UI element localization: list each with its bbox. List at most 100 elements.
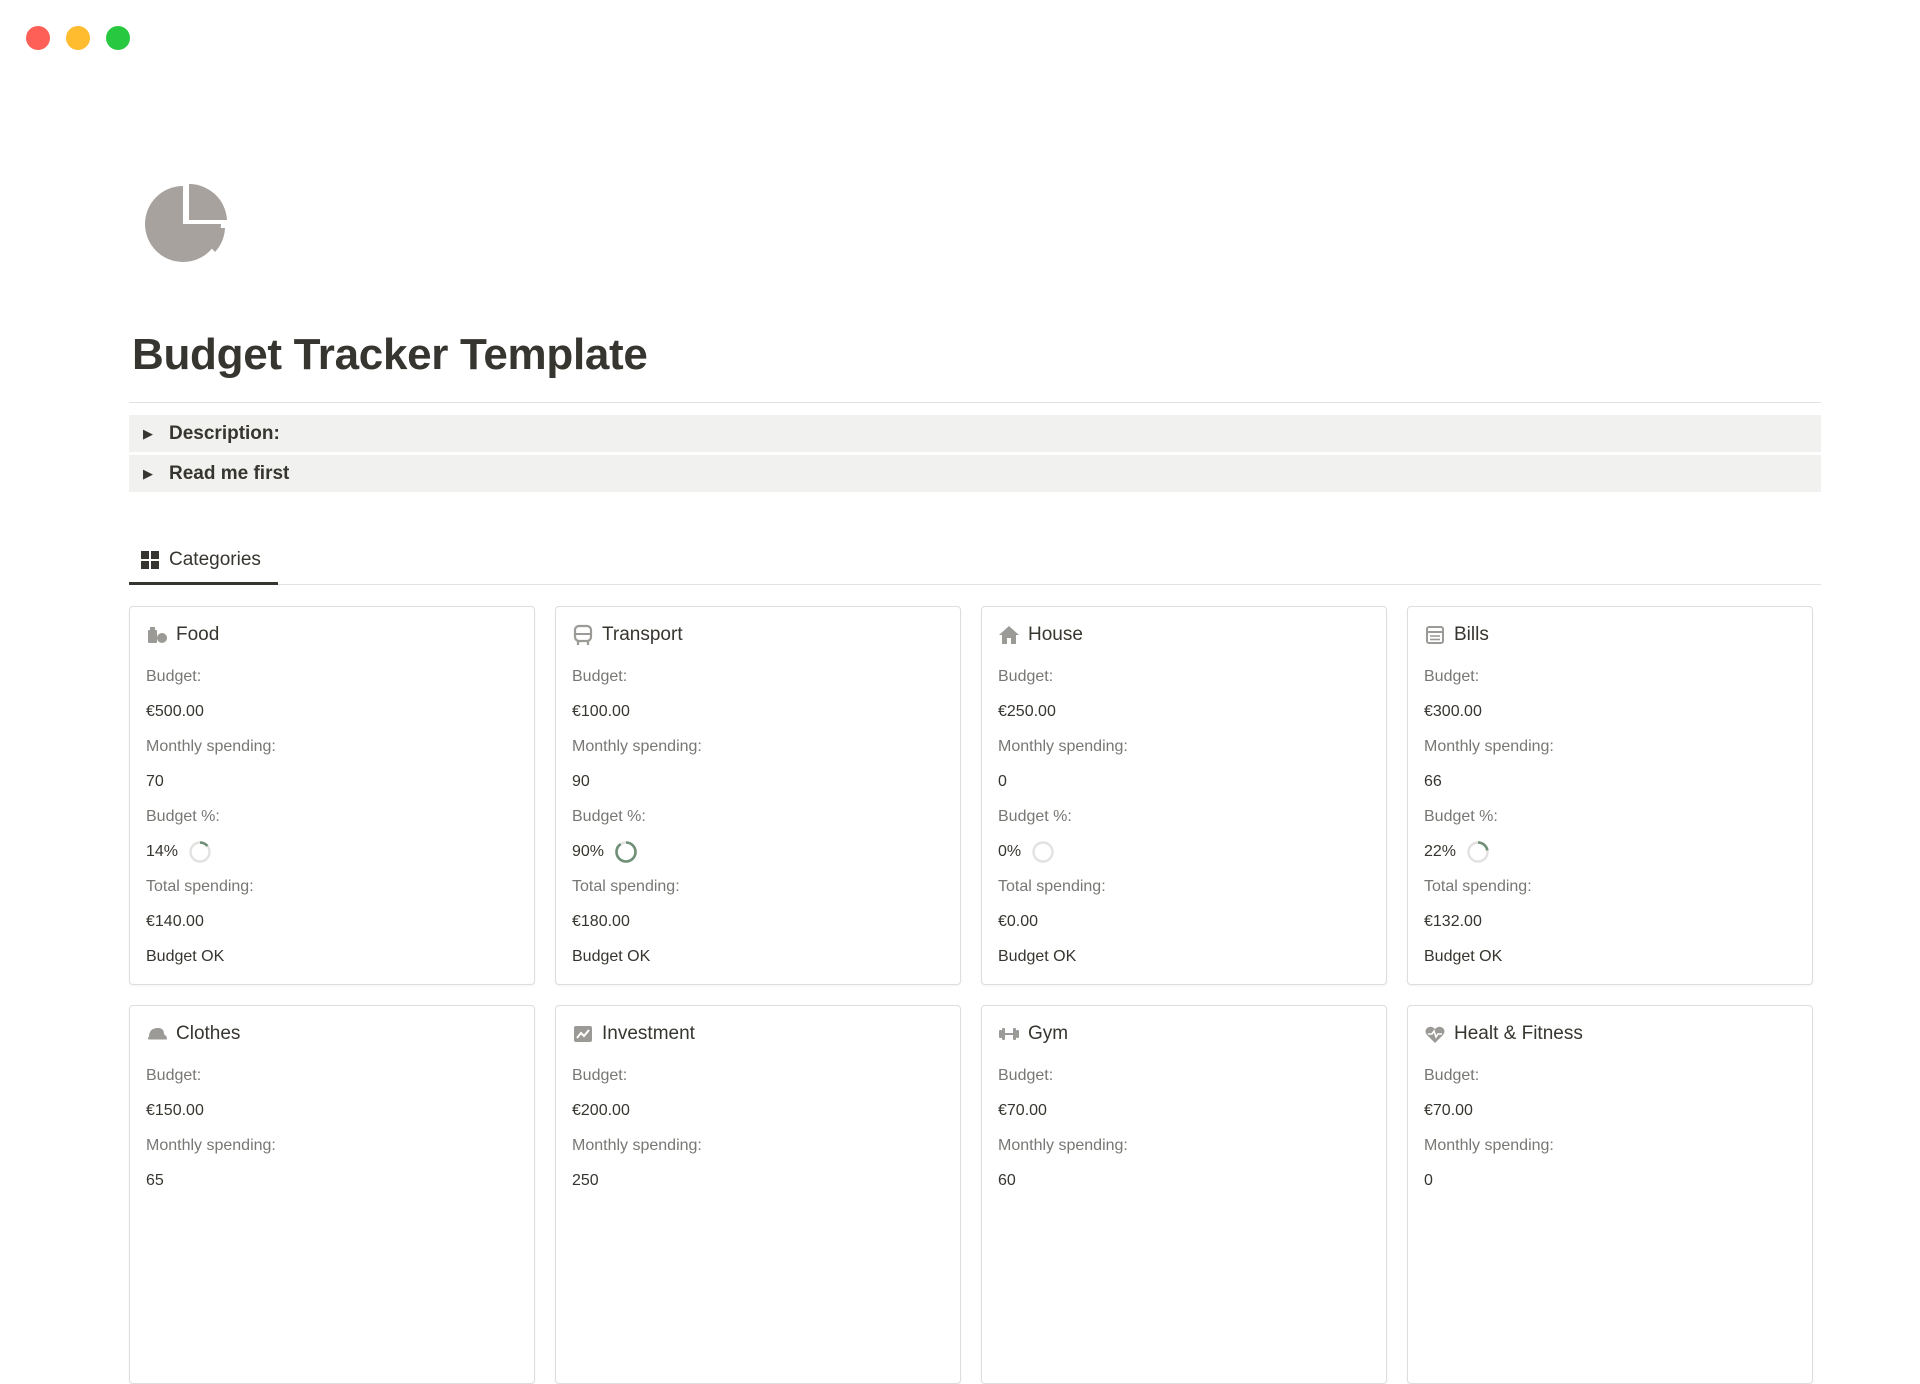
- maximize-window-button[interactable]: [106, 26, 130, 50]
- category-card-house[interactable]: House Budget: €250.00 Monthly spending: …: [981, 606, 1387, 985]
- budget-value: €70.00: [1424, 1102, 1473, 1119]
- tab-categories[interactable]: Categories: [129, 538, 278, 585]
- page-title: Budget Tracker Template: [132, 330, 648, 379]
- house-icon: [998, 624, 1020, 646]
- total-spending-label: Total spending:: [998, 878, 1106, 895]
- budget-percent-row: 90%: [572, 834, 944, 869]
- card-title: Clothes: [176, 1023, 241, 1044]
- card-title: Transport: [602, 624, 683, 645]
- window-controls: [26, 26, 130, 50]
- receipt-icon: [1424, 624, 1446, 646]
- budget-value: €500.00: [146, 703, 204, 720]
- budget-value: €70.00: [998, 1102, 1047, 1119]
- category-card-bills[interactable]: Bills Budget: €300.00 Monthly spending: …: [1407, 606, 1813, 985]
- category-card-investment[interactable]: Investment Budget: €200.00 Monthly spend…: [555, 1005, 961, 1384]
- pie-chart-icon[interactable]: [145, 182, 229, 266]
- monthly-spending-label: Monthly spending:: [998, 738, 1128, 755]
- budget-status: Budget OK: [998, 948, 1077, 965]
- toggle-label: Read me first: [169, 462, 290, 484]
- gallery-grid-icon: [141, 551, 159, 569]
- total-spending-value: €132.00: [1424, 913, 1482, 930]
- total-spending-label: Total spending:: [146, 878, 254, 895]
- card-title: House: [1028, 624, 1083, 645]
- category-gallery: Food Budget: €500.00 Monthly spending: 7…: [129, 606, 1821, 1384]
- bus-icon: [572, 624, 594, 646]
- view-tabs: Categories: [129, 538, 1821, 585]
- chart-trend-icon: [572, 1023, 594, 1045]
- budget-percent-value: 90%: [572, 843, 605, 860]
- budget-percent-label: Budget %:: [572, 808, 646, 825]
- card-title: Bills: [1454, 624, 1489, 645]
- budget-label: Budget:: [998, 668, 1054, 685]
- budget-status: Budget OK: [1424, 948, 1503, 965]
- budget-value: €300.00: [1424, 703, 1482, 720]
- budget-status: Budget OK: [572, 948, 651, 965]
- budget-percent-label: Budget %:: [1424, 808, 1498, 825]
- budget-percent-value: 14%: [146, 843, 179, 860]
- heart-pulse-icon: [1424, 1023, 1446, 1045]
- card-title: Gym: [1028, 1023, 1069, 1044]
- progress-ring: [189, 840, 211, 863]
- title-divider: [129, 402, 1821, 403]
- toggle-list: ▶ Description: ▶ Read me first: [129, 415, 1821, 495]
- category-card-transport[interactable]: Transport Budget: €100.00 Monthly spendi…: [555, 606, 961, 985]
- toggle-triangle-icon[interactable]: ▶: [143, 466, 169, 482]
- total-spending-value: €180.00: [572, 913, 630, 930]
- dumbbell-icon: [998, 1023, 1020, 1045]
- monthly-spending-label: Monthly spending:: [1424, 738, 1554, 755]
- total-spending-label: Total spending:: [572, 878, 680, 895]
- budget-value: €150.00: [146, 1102, 204, 1119]
- budget-label: Budget:: [146, 1067, 202, 1084]
- budget-label: Budget:: [572, 1067, 628, 1084]
- cap-icon: [146, 1023, 168, 1045]
- budget-value: €100.00: [572, 703, 630, 720]
- budget-percent-label: Budget %:: [146, 808, 220, 825]
- total-spending-label: Total spending:: [1424, 878, 1532, 895]
- progress-ring: [615, 840, 637, 863]
- budget-percent-value: 22%: [1424, 843, 1457, 860]
- toggle-label: Description:: [169, 422, 280, 444]
- monthly-spending-label: Monthly spending:: [146, 1137, 276, 1154]
- monthly-spending-label: Monthly spending:: [146, 738, 276, 755]
- category-card-food[interactable]: Food Budget: €500.00 Monthly spending: 7…: [129, 606, 535, 985]
- card-title: Food: [176, 624, 220, 645]
- progress-ring-fill: [615, 840, 637, 863]
- monthly-spending-label: Monthly spending:: [1424, 1137, 1554, 1154]
- monthly-spending-value: 60: [998, 1172, 1016, 1189]
- monthly-spending-value: 250: [572, 1172, 599, 1189]
- monthly-spending-value: 90: [572, 773, 590, 790]
- budget-value: €200.00: [572, 1102, 630, 1119]
- monthly-spending-label: Monthly spending:: [998, 1137, 1128, 1154]
- budget-percent-row: 0%: [998, 834, 1370, 869]
- budget-label: Budget:: [146, 668, 202, 685]
- budget-percent-row: 22%: [1424, 834, 1796, 869]
- total-spending-value: €0.00: [998, 913, 1039, 930]
- budget-label: Budget:: [1424, 1067, 1480, 1084]
- toggle-description[interactable]: ▶ Description:: [129, 415, 1821, 452]
- budget-percent-row: 14%: [146, 834, 518, 869]
- progress-ring: [1467, 840, 1489, 863]
- close-window-button[interactable]: [26, 26, 50, 50]
- progress-ring-track: [1032, 840, 1054, 863]
- category-card-clothes[interactable]: Clothes Budget: €150.00 Monthly spending…: [129, 1005, 535, 1384]
- budget-label: Budget:: [572, 668, 628, 685]
- toggle-read-me-first[interactable]: ▶ Read me first: [129, 455, 1821, 492]
- monthly-spending-value: 66: [1424, 773, 1442, 790]
- monthly-spending-label: Monthly spending:: [572, 738, 702, 755]
- budget-label: Budget:: [1424, 668, 1480, 685]
- budget-value: €250.00: [998, 703, 1056, 720]
- card-title: Investment: [602, 1023, 695, 1044]
- monthly-spending-value: 65: [146, 1172, 164, 1189]
- card-title: Healt & Fitness: [1454, 1023, 1583, 1044]
- monthly-spending-value: 70: [146, 773, 164, 790]
- category-card-health-fitness[interactable]: Healt & Fitness Budget: €70.00 Monthly s…: [1407, 1005, 1813, 1384]
- tab-label: Categories: [169, 549, 261, 570]
- toggle-triangle-icon[interactable]: ▶: [143, 426, 169, 442]
- budget-percent-value: 0%: [998, 843, 1022, 860]
- progress-ring: [1032, 840, 1054, 863]
- budget-status: Budget OK: [146, 948, 225, 965]
- monthly-spending-value: 0: [1424, 1172, 1433, 1189]
- budget-percent-label: Budget %:: [998, 808, 1072, 825]
- category-card-gym[interactable]: Gym Budget: €70.00 Monthly spending: 60: [981, 1005, 1387, 1384]
- minimize-window-button[interactable]: [66, 26, 90, 50]
